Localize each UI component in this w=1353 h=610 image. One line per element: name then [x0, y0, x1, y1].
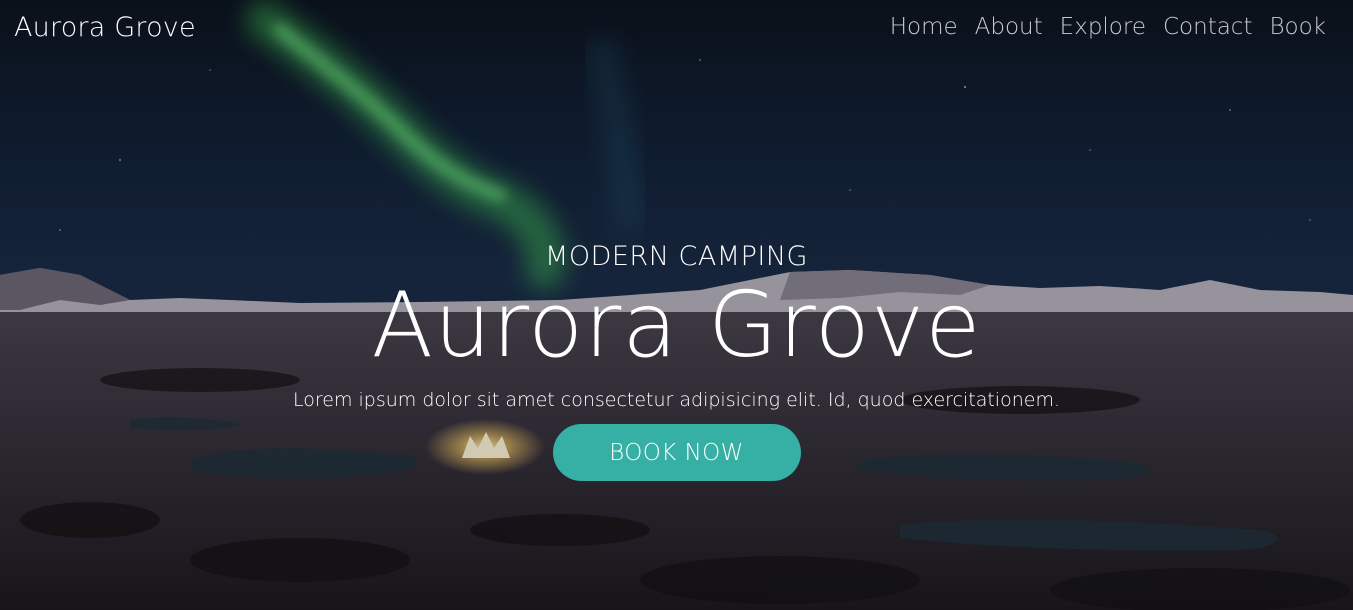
hero-eyebrow: MODERN CAMPING: [545, 241, 808, 272]
nav-link-explore[interactable]: Explore: [1060, 14, 1146, 40]
nav-link-contact[interactable]: Contact: [1163, 14, 1252, 40]
top-navbar: Aurora Grove Home About Explore Contact …: [0, 0, 1353, 58]
brand-logo-text[interactable]: Aurora Grove: [14, 12, 196, 43]
nav-links: Home About Explore Contact Book: [890, 14, 1326, 40]
hero-content: MODERN CAMPING Aurora Grove Lorem ipsum …: [0, 238, 1353, 481]
cta-wrapper: BOOK NOW: [0, 424, 1353, 481]
nav-link-home[interactable]: Home: [890, 14, 958, 40]
book-now-button[interactable]: BOOK NOW: [552, 424, 801, 481]
hero-title: Aurora Grove: [371, 273, 982, 378]
nav-link-book[interactable]: Book: [1269, 14, 1326, 40]
hero-section: Aurora Grove Home About Explore Contact …: [0, 0, 1353, 610]
hero-tagline: Lorem ipsum dolor sit amet consectetur a…: [292, 389, 1060, 411]
nav-link-about[interactable]: About: [975, 14, 1043, 40]
